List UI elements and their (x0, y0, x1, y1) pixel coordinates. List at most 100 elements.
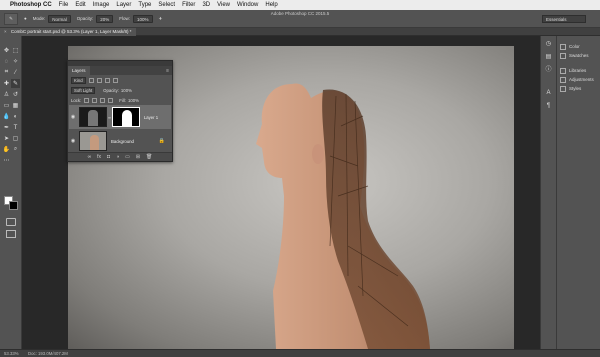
filter-type-icon[interactable] (104, 77, 110, 83)
panel-color[interactable]: Color (557, 42, 600, 51)
new-group-icon[interactable]: ▭ (125, 154, 130, 160)
character-icon[interactable]: A (544, 89, 553, 98)
canvas-area[interactable]: Layers ≡ Kind Soft Light Opacity: 100% L… (22, 36, 540, 349)
options-bar: Adobe Photoshop CC 2015.5 ✎ ● Mode: Norm… (0, 10, 600, 28)
mode-label: Mode: (32, 16, 46, 21)
gradient-tool-icon[interactable]: ▦ (11, 101, 20, 110)
workspace-select[interactable]: Essentials (542, 15, 586, 23)
visibility-eye-icon[interactable]: ◉ (69, 114, 77, 120)
flow-field[interactable]: 100% (133, 14, 153, 23)
dodge-tool-icon[interactable]: ◐ (11, 112, 20, 121)
layer-thumbnail[interactable] (79, 131, 107, 151)
menu-filter[interactable]: Filter (182, 2, 195, 8)
opacity-field[interactable]: 20% (96, 14, 114, 23)
paragraph-icon[interactable]: ¶ (544, 102, 553, 111)
filter-shape-icon[interactable] (112, 77, 118, 83)
delete-layer-icon[interactable]: 🗑 (146, 154, 152, 160)
panel-styles-label: Styles (569, 86, 582, 91)
quick-select-tool-icon[interactable]: ✧ (11, 57, 20, 66)
blend-mode-select[interactable]: Soft Light (71, 86, 96, 94)
airbrush-icon[interactable]: ✈ (159, 16, 163, 22)
eraser-tool-icon[interactable]: ▭ (2, 101, 11, 110)
link-layers-icon[interactable]: ∞ (88, 154, 92, 160)
panel-libraries[interactable]: Libraries (557, 66, 600, 75)
lasso-tool-icon[interactable]: ◌ (2, 57, 11, 66)
layers-panel[interactable]: Layers ≡ Kind Soft Light Opacity: 100% L… (67, 60, 173, 162)
swatches-icon (560, 52, 566, 59)
layer-opacity-field[interactable]: 100% (121, 88, 132, 93)
tab-layers[interactable]: Layers (68, 66, 90, 75)
move-tool-icon[interactable]: ✥ (2, 46, 11, 55)
brush-tool-icon[interactable]: ✎ (11, 79, 20, 88)
document-info[interactable]: Doc: 193.0M/407.2M (28, 350, 68, 357)
quick-mask-icon[interactable] (6, 218, 16, 226)
menu-3d[interactable]: 3D (202, 2, 210, 8)
lock-image-icon[interactable] (92, 97, 98, 103)
panel-styles[interactable]: Styles (557, 84, 600, 93)
mode-select[interactable]: Normal (48, 14, 71, 23)
panel-adjustments[interactable]: Adjustments (557, 75, 600, 84)
panel-swatches[interactable]: Swatches (557, 51, 600, 60)
lock-transparent-icon[interactable] (84, 97, 90, 103)
menu-type[interactable]: Type (138, 2, 151, 8)
lock-all-icon[interactable] (108, 97, 114, 103)
lock-position-icon[interactable] (100, 97, 106, 103)
panel-menu-icon[interactable]: ≡ (166, 68, 169, 74)
adjustment-layer-icon[interactable]: ◑ (116, 154, 119, 160)
background-color-swatch[interactable] (9, 201, 18, 210)
marquee-tool-icon[interactable]: ⬚ (11, 46, 20, 55)
more-tools-icon[interactable]: ⋯ (2, 156, 11, 165)
menu-file[interactable]: File (59, 2, 69, 8)
color-icon (560, 43, 566, 50)
tool-preset-picker[interactable]: ✎ (4, 12, 18, 25)
menu-select[interactable]: Select (158, 2, 175, 8)
crop-tool-icon[interactable]: ⌗ (2, 68, 11, 77)
layer-thumbnail[interactable] (79, 107, 107, 127)
layer-row-background[interactable]: ◉ Background 🔒 (69, 130, 171, 152)
eyedropper-tool-icon[interactable]: ⁄ (11, 68, 20, 77)
opacity-label: Opacity: (76, 16, 94, 21)
menu-image[interactable]: Image (93, 2, 110, 8)
layer-name[interactable]: Layer 1 (144, 115, 158, 120)
filter-pixel-icon[interactable] (88, 77, 94, 83)
layer-row-layer-1[interactable]: ◉ ∞ Layer 1 (69, 105, 171, 129)
filter-adjustment-icon[interactable] (96, 77, 102, 83)
fill-field[interactable]: 100% (128, 98, 139, 103)
lock-label: Lock: (71, 97, 82, 103)
menu-view[interactable]: View (217, 2, 230, 8)
filter-kind-select[interactable]: Kind (71, 76, 86, 84)
info-icon[interactable]: ⓘ (544, 66, 553, 75)
zoom-level[interactable]: 53.33% (4, 350, 28, 357)
blur-tool-icon[interactable]: 💧 (2, 112, 11, 121)
document-tab[interactable]: × CombC portrait start.psd @ 53.3% (Laye… (0, 28, 136, 36)
menu-edit[interactable]: Edit (75, 2, 85, 8)
panel-dock-icons: ◷ ▤ ⓘ A ¶ (540, 36, 556, 349)
properties-icon[interactable]: ▤ (544, 53, 553, 62)
history-icon[interactable]: ◷ (544, 40, 553, 49)
screen-mode-icon[interactable] (6, 230, 16, 238)
color-swatches[interactable] (4, 196, 20, 212)
close-icon[interactable]: × (4, 29, 7, 34)
menu-layer[interactable]: Layer (116, 2, 131, 8)
zoom-tool-icon[interactable]: ⌕ (11, 145, 20, 154)
new-layer-icon[interactable]: ⊞ (136, 154, 140, 160)
type-tool-icon[interactable]: T (11, 123, 20, 132)
menu-help[interactable]: Help (265, 2, 277, 8)
history-brush-tool-icon[interactable]: ↺ (11, 90, 20, 99)
layer-style-icon[interactable]: fx (97, 154, 101, 160)
link-icon[interactable]: ∞ (108, 115, 111, 120)
shape-tool-icon[interactable]: ▢ (11, 134, 20, 143)
brush-size-icon[interactable]: ● (24, 16, 27, 21)
layer-name[interactable]: Background (111, 139, 134, 144)
pen-tool-icon[interactable]: ✒ (2, 123, 11, 132)
layer-mask-thumbnail[interactable] (111, 107, 140, 127)
hand-tool-icon[interactable]: ✋ (2, 145, 11, 154)
clone-stamp-tool-icon[interactable]: ♙ (2, 90, 11, 99)
menu-window[interactable]: Window (237, 2, 258, 8)
healing-tool-icon[interactable]: ✚ (2, 79, 11, 88)
menu-app-name[interactable]: Photoshop CC (10, 2, 52, 8)
opacity-label: Opacity: (103, 87, 119, 93)
add-mask-icon[interactable]: ◘ (107, 154, 110, 160)
path-select-tool-icon[interactable]: ➤ (2, 134, 11, 143)
visibility-eye-icon[interactable]: ◉ (69, 138, 77, 144)
